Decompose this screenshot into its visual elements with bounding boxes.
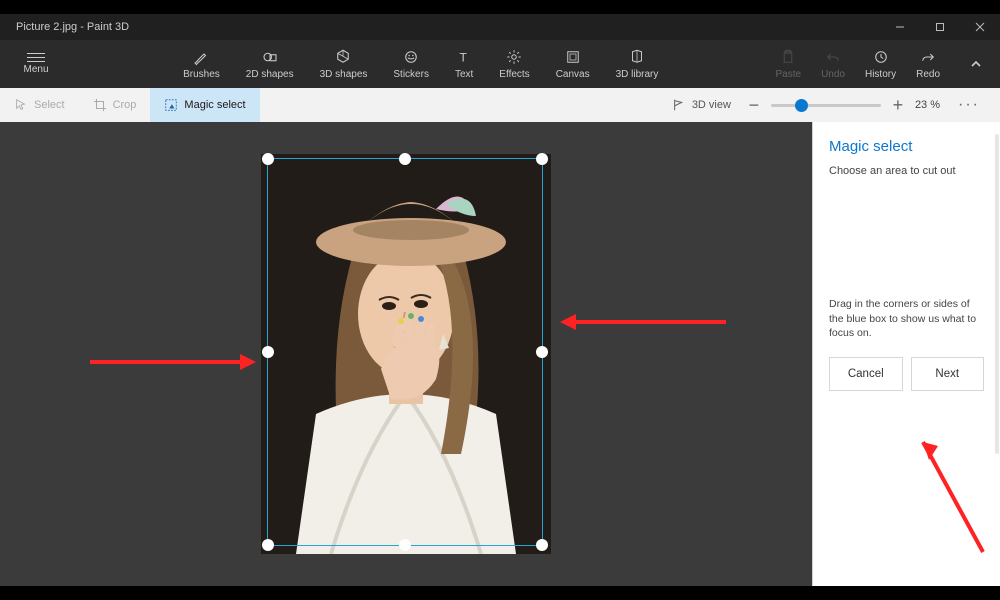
- hamburger-icon: [27, 53, 45, 62]
- crop-icon: [93, 98, 107, 112]
- chevron-up-icon: [969, 57, 983, 71]
- stickers-icon: [402, 48, 420, 66]
- collapse-ribbon-button[interactable]: [960, 57, 992, 71]
- ribbon-canvas[interactable]: Canvas: [556, 48, 590, 80]
- tool-label: Select: [34, 99, 65, 111]
- ribbon-brushes[interactable]: Brushes: [183, 48, 220, 80]
- selection-handle-tc[interactable]: [399, 153, 411, 165]
- shapes-2d-icon: [261, 48, 279, 66]
- ribbon-label: Redo: [916, 69, 940, 80]
- ribbon-3d-library[interactable]: 3D library: [616, 48, 659, 80]
- canvas-icon: [564, 48, 582, 66]
- shapes-3d-icon: [334, 48, 352, 66]
- panel-instruction-2: Drag in the corners or sides of the blue…: [829, 297, 984, 341]
- selection-handle-bl[interactable]: [262, 539, 274, 551]
- zoom-percent: 23 %: [915, 99, 940, 111]
- history-icon: [872, 48, 890, 66]
- title-bar: Picture 2.jpg - Paint 3D: [0, 14, 1000, 40]
- 3d-view-toggle[interactable]: 3D view: [658, 88, 745, 122]
- cursor-icon: [14, 98, 28, 112]
- magic-select-tool[interactable]: Magic select: [150, 88, 259, 122]
- ribbon-redo[interactable]: Redo: [916, 48, 940, 80]
- work-zone: Magic select Choose an area to cut out D…: [0, 122, 1000, 586]
- selection-handle-bc[interactable]: [399, 539, 411, 551]
- annotation-arrow-next: [883, 422, 1000, 562]
- sub-toolbar: Select Crop Magic select 3D view − + 23 …: [0, 88, 1000, 122]
- effects-icon: [505, 48, 523, 66]
- ribbon-label: Text: [455, 69, 473, 80]
- zoom-slider-thumb[interactable]: [795, 99, 808, 112]
- panel-scrollbar[interactable]: [995, 134, 999, 454]
- tool-label: Crop: [113, 99, 137, 111]
- ribbon-label: 2D shapes: [246, 69, 294, 80]
- zoom-in-button[interactable]: +: [889, 95, 907, 116]
- minimize-button[interactable]: [880, 14, 920, 40]
- selection-handle-mr[interactable]: [536, 346, 548, 358]
- panel-title: Magic select: [829, 138, 984, 155]
- ribbon-label: Effects: [499, 69, 529, 80]
- library-3d-icon: [628, 48, 646, 66]
- ribbon-undo: Undo: [821, 48, 845, 80]
- magic-select-icon: [164, 98, 178, 112]
- magic-select-box[interactable]: [267, 158, 543, 546]
- window-title: Picture 2.jpg - Paint 3D: [0, 21, 880, 33]
- ribbon-2d-shapes[interactable]: 2D shapes: [246, 48, 294, 80]
- ribbon-label: 3D shapes: [320, 69, 368, 80]
- menu-button[interactable]: Menu: [6, 49, 66, 79]
- ribbon-3d-shapes[interactable]: 3D shapes: [320, 48, 368, 80]
- ribbon-label: 3D library: [616, 69, 659, 80]
- selection-handle-br[interactable]: [536, 539, 548, 551]
- svg-text:T: T: [460, 51, 468, 65]
- undo-icon: [824, 48, 842, 66]
- flag-3d-icon: [672, 98, 686, 112]
- menu-label: Menu: [23, 64, 48, 75]
- selection-handle-tr[interactable]: [536, 153, 548, 165]
- magic-select-panel: Magic select Choose an area to cut out D…: [812, 122, 1000, 586]
- ribbon-text[interactable]: T Text: [455, 48, 473, 80]
- ribbon-paste: Paste: [775, 48, 801, 80]
- ribbon-label: Stickers: [393, 69, 429, 80]
- tool-label: 3D view: [692, 99, 731, 111]
- paste-icon: [779, 48, 797, 66]
- brush-icon: [192, 48, 210, 66]
- photo-canvas[interactable]: [261, 154, 551, 554]
- tool-label: Magic select: [184, 99, 245, 111]
- text-icon: T: [455, 48, 473, 66]
- next-button[interactable]: Next: [911, 357, 985, 391]
- zoom-slider[interactable]: [771, 104, 881, 107]
- selection-handle-ml[interactable]: [262, 346, 274, 358]
- canvas-area[interactable]: [0, 122, 812, 586]
- maximize-button[interactable]: [920, 14, 960, 40]
- cancel-button[interactable]: Cancel: [829, 357, 903, 391]
- ribbon-label: Undo: [821, 69, 845, 80]
- selection-handle-tl[interactable]: [262, 153, 274, 165]
- app-window: Picture 2.jpg - Paint 3D Menu Brushes 2D…: [0, 14, 1000, 586]
- more-options-button[interactable]: ···: [948, 96, 990, 114]
- ribbon-stickers[interactable]: Stickers: [393, 48, 429, 80]
- panel-instruction-1: Choose an area to cut out: [829, 165, 984, 177]
- ribbon: Menu Brushes 2D shapes 3D shapes Sticker…: [0, 40, 1000, 88]
- ribbon-label: History: [865, 69, 896, 80]
- select-tool[interactable]: Select: [0, 88, 79, 122]
- zoom-out-button[interactable]: −: [745, 95, 763, 116]
- ribbon-label: Brushes: [183, 69, 220, 80]
- ribbon-label: Paste: [775, 69, 801, 80]
- crop-tool[interactable]: Crop: [79, 88, 151, 122]
- ribbon-label: Canvas: [556, 69, 590, 80]
- ribbon-history[interactable]: History: [865, 48, 896, 80]
- ribbon-effects[interactable]: Effects: [499, 48, 529, 80]
- close-button[interactable]: [960, 14, 1000, 40]
- redo-icon: [919, 48, 937, 66]
